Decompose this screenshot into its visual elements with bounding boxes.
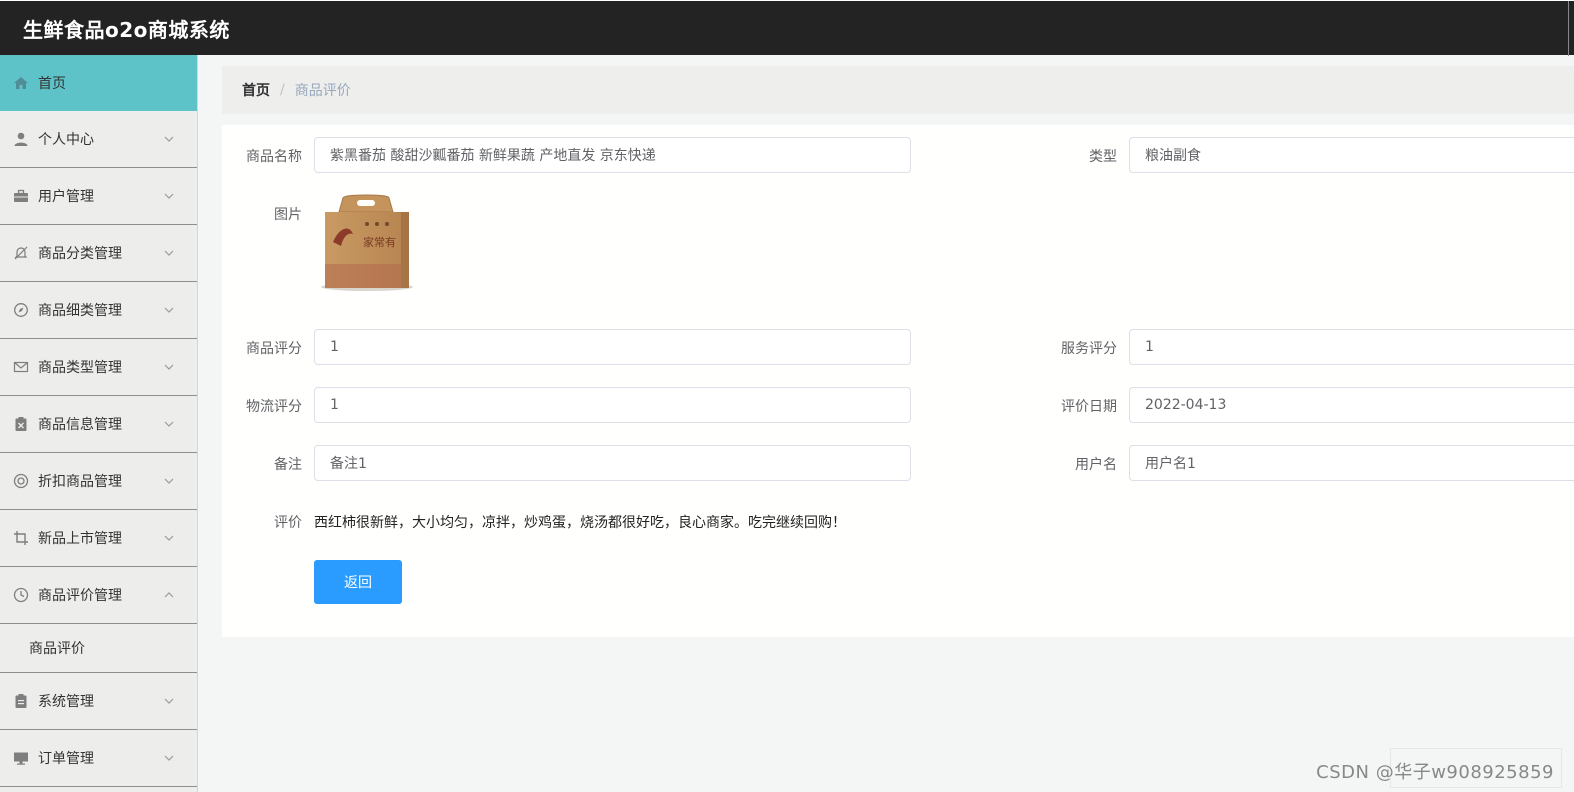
chevron-down-icon: [164, 755, 174, 761]
sidebar-item-label: 系统管理: [38, 694, 94, 710]
sidebar-item-discount-management[interactable]: 折扣商品管理: [0, 453, 197, 510]
box-brand-text: 家常有: [363, 235, 396, 249]
review-text: 西红柿很新鲜，大小均匀，凉拌，炒鸡蛋，烧汤都很好吃，良心商家。吃完继续回购！: [314, 515, 846, 531]
sidebar-item-review-management[interactable]: 商品评价管理: [0, 567, 197, 624]
type-input[interactable]: [1129, 137, 1574, 173]
back-button[interactable]: 返回: [314, 560, 402, 604]
sidebar-item-subcategory-management[interactable]: 商品细类管理: [0, 282, 197, 339]
sidebar-item-type-management[interactable]: 商品类型管理: [0, 339, 197, 396]
remark-label: 备注: [274, 457, 302, 473]
mail-icon: [13, 359, 29, 375]
sidebar-item-label: 新品上市管理: [38, 531, 122, 547]
review-date-label: 评价日期: [1061, 399, 1117, 415]
breadcrumb: 首页 / 商品评价: [222, 66, 1574, 114]
chevron-down-icon: [164, 364, 174, 370]
topbar-divider: [1568, 1, 1569, 56]
chevron-down-icon: [164, 698, 174, 704]
app-title: 生鲜食品o2o商城系统: [23, 18, 230, 42]
sidebar-item-new-arrivals-management[interactable]: 新品上市管理: [0, 510, 197, 567]
product-name-input[interactable]: [314, 137, 911, 173]
sidebar-item-order-management[interactable]: 订单管理: [0, 730, 197, 787]
sidebar-item-label: 商品分类管理: [38, 246, 122, 262]
product-rating-label: 商品评分: [246, 341, 302, 357]
sidebar-item-personal-center[interactable]: 个人中心: [0, 111, 197, 168]
chevron-down-icon: [164, 535, 174, 541]
sidebar-item-label: 商品信息管理: [38, 417, 122, 433]
watermark-text: CSDN @华子w908925859: [1316, 762, 1554, 783]
breadcrumb-home[interactable]: 首页: [242, 80, 270, 100]
sidebar-item-system-management[interactable]: 系统管理: [0, 673, 197, 730]
sidebar-item-label: 折扣商品管理: [38, 474, 122, 490]
sidebar-item-label: 商品类型管理: [38, 360, 122, 376]
service-rating-label: 服务评分: [1061, 341, 1117, 357]
sidebar: 首页 个人中心 用户管理 商品分类管理 商品细类管理 商品类型管理 商品信息管理…: [0, 55, 198, 792]
service-rating-input[interactable]: [1129, 329, 1574, 365]
sidebar-item-label: 商品评价管理: [38, 588, 122, 604]
image-label: 图片: [274, 207, 302, 223]
sidebar-item-category-management[interactable]: 商品分类管理: [0, 225, 197, 282]
product-image: 家常有: [317, 194, 415, 292]
product-name-label: 商品名称: [246, 149, 302, 165]
sidebar-item-home[interactable]: 首页: [0, 55, 197, 111]
sidebar-item-label: 订单管理: [38, 751, 94, 767]
sidebar-item-info-management[interactable]: 商品信息管理: [0, 396, 197, 453]
chevron-down-icon: [164, 193, 174, 199]
sidebar-item-label: 商品细类管理: [38, 303, 122, 319]
remark-input[interactable]: [314, 445, 911, 481]
chevron-down-icon: [164, 136, 174, 142]
clipboard-icon: [13, 693, 29, 709]
type-label: 类型: [1089, 149, 1117, 165]
chevron-down-icon: [164, 478, 174, 484]
logistics-rating-input[interactable]: [314, 387, 911, 423]
sidebar-item-user-management[interactable]: 用户管理: [0, 168, 197, 225]
crop-icon: [13, 530, 29, 546]
breadcrumb-separator: /: [280, 82, 285, 98]
sidebar-item-label: 个人中心: [38, 132, 94, 148]
clock-icon: [13, 587, 29, 603]
monitor-icon: [13, 750, 29, 766]
sidebar-item-label: 首页: [38, 75, 66, 92]
sidebar-subitem-product-review[interactable]: 商品评价: [0, 624, 197, 673]
compass-icon: [13, 302, 29, 318]
username-label: 用户名: [1075, 457, 1117, 473]
sidebar-item-label: 用户管理: [38, 189, 94, 205]
lifebuoy-icon: [13, 473, 29, 489]
chevron-down-icon: [164, 307, 174, 313]
briefcase-icon: [13, 188, 29, 204]
logistics-rating-label: 物流评分: [246, 399, 302, 415]
bell-off-icon: [13, 245, 29, 261]
username-input[interactable]: [1129, 445, 1574, 481]
chevron-up-icon: [164, 592, 174, 598]
detail-panel: [222, 125, 1574, 637]
user-icon: [13, 131, 29, 147]
top-bar: 生鲜食品o2o商城系统: [0, 0, 1574, 56]
chevron-down-icon: [164, 250, 174, 256]
home-icon: [13, 75, 29, 91]
clipboard-x-icon: [13, 416, 29, 432]
breadcrumb-current: 商品评价: [294, 83, 351, 99]
product-rating-input[interactable]: [314, 329, 911, 365]
chevron-down-icon: [164, 421, 174, 427]
review-label: 评价: [274, 515, 302, 531]
review-date-input[interactable]: [1129, 387, 1574, 423]
